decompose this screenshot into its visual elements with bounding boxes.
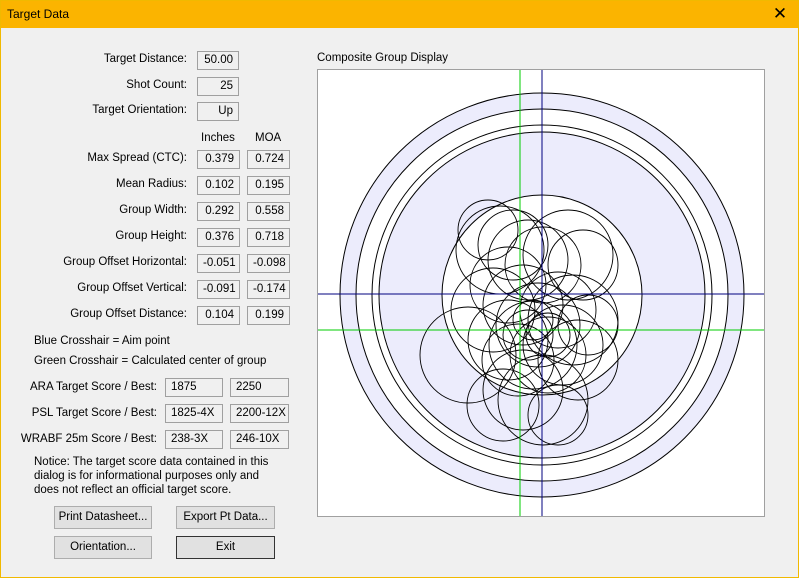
group-width-label: Group Width: — [119, 204, 187, 216]
group-height-label: Group Height: — [115, 230, 187, 242]
mean-radius-inches-field: 0.102 — [197, 176, 240, 195]
inches-column-header: Inches — [201, 132, 235, 144]
target-orientation-label: Target Orientation: — [92, 104, 187, 116]
psl-score-label: PSL Target Score / Best: — [31, 407, 157, 419]
mean-radius-moa-field: 0.195 — [247, 176, 290, 195]
offset-vertical-label: Group Offset Vertical: — [77, 282, 187, 294]
title-bar[interactable]: Target Data ✕ — [1, 1, 798, 28]
group-height-moa-field: 0.718 — [247, 228, 290, 247]
wrabf-best-field: 246-10X — [230, 430, 289, 449]
max-spread-inches-field: 0.379 — [197, 150, 240, 169]
exit-button[interactable]: Exit — [176, 536, 275, 559]
ara-score-field: 1875 — [165, 378, 223, 397]
print-datasheet-button[interactable]: Print Datasheet... — [54, 506, 152, 529]
mean-radius-label: Mean Radius: — [116, 178, 187, 190]
orientation-button[interactable]: Orientation... — [54, 536, 152, 559]
group-width-moa-field: 0.558 — [247, 202, 290, 221]
ara-best-field: 2250 — [230, 378, 289, 397]
offset-horizontal-inches-field: -0.051 — [197, 254, 240, 273]
max-spread-label: Max Spread (CTC): — [87, 152, 187, 164]
max-spread-moa-field: 0.724 — [247, 150, 290, 169]
target-data-dialog: Target Data ✕ Target Distance: 50.00 Sho… — [0, 0, 799, 578]
export-pt-data-button[interactable]: Export Pt Data... — [176, 506, 275, 529]
window-title: Target Data — [7, 7, 70, 21]
wrabf-score-label: WRABF 25m Score / Best: — [20, 433, 157, 445]
offset-distance-moa-field: 0.199 — [247, 306, 290, 325]
notice-text: Notice: The target score data contained … — [34, 456, 269, 496]
offset-distance-label: Group Offset Distance: — [70, 308, 187, 320]
group-width-inches-field: 0.292 — [197, 202, 240, 221]
composite-group-display — [317, 69, 765, 517]
offset-vertical-moa-field: -0.174 — [247, 280, 290, 299]
target-distance-label: Target Distance: — [103, 53, 187, 65]
target-plot-svg — [318, 70, 764, 516]
moa-column-header: MOA — [255, 132, 282, 144]
target-orientation-field: Up — [197, 102, 239, 121]
shot-count-field: 25 — [197, 77, 239, 96]
close-icon[interactable]: ✕ — [770, 4, 790, 24]
legend-green-crosshair: Green Crosshair = Calculated center of g… — [34, 355, 267, 367]
offset-horizontal-moa-field: -0.098 — [247, 254, 290, 273]
psl-score-field: 1825-4X — [165, 404, 223, 423]
offset-distance-inches-field: 0.104 — [197, 306, 240, 325]
group-height-inches-field: 0.376 — [197, 228, 240, 247]
legend-blue-crosshair: Blue Crosshair = Aim point — [34, 335, 170, 347]
target-distance-field: 50.00 — [197, 51, 239, 70]
psl-best-field: 2200-12X — [230, 404, 289, 423]
wrabf-score-field: 238-3X — [165, 430, 223, 449]
ara-score-label: ARA Target Score / Best: — [30, 381, 157, 393]
plot-title: Composite Group Display — [317, 52, 449, 64]
offset-horizontal-label: Group Offset Horizontal: — [63, 256, 187, 268]
shot-count-label: Shot Count: — [126, 79, 187, 91]
offset-vertical-inches-field: -0.091 — [197, 280, 240, 299]
